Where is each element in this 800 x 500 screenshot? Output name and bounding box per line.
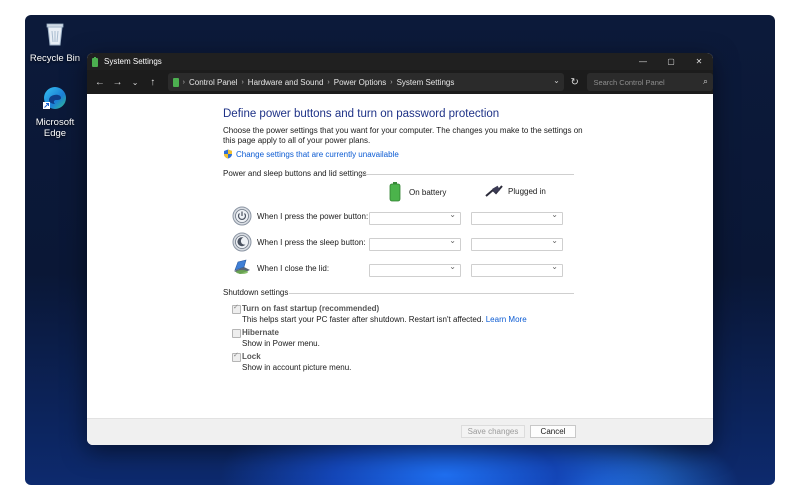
hibernate-checkbox[interactable] xyxy=(232,329,241,338)
lid-battery-select[interactable] xyxy=(369,262,461,277)
recycle-bin-icon xyxy=(46,23,64,46)
page-description: Choose the power settings that you want … xyxy=(223,126,583,145)
change-settings-link[interactable]: Change settings that are currently unava… xyxy=(223,149,399,159)
power-button-battery-select[interactable] xyxy=(369,210,461,225)
title-bar[interactable]: System Settings — ▢ ✕ xyxy=(87,53,713,70)
recent-locations-chevron-icon[interactable]: ⌄ xyxy=(126,78,144,87)
power-plug-icon xyxy=(485,185,503,197)
control-panel-icon xyxy=(172,78,179,87)
sleep-button-battery-select[interactable] xyxy=(369,236,461,251)
sleep-button-row: When I press the sleep button: xyxy=(232,232,366,252)
power-button-icon xyxy=(232,206,252,226)
lock-checkbox[interactable] xyxy=(232,351,241,362)
sleep-button-label: When I press the sleep button: xyxy=(257,237,366,247)
navigation-bar: ← → ⌄ ↑ › Control Panel › Hardware and S… xyxy=(87,70,713,94)
desktop-icon-recycle-bin[interactable]: Recycle Bin xyxy=(25,21,85,64)
plugged-in-header: Plugged in xyxy=(485,184,546,198)
breadcrumb-power-options[interactable]: Power Options xyxy=(334,78,386,87)
search-box: ⌕ xyxy=(587,73,713,91)
power-button-label: When I press the power button: xyxy=(257,211,369,221)
search-icon[interactable]: ⌕ xyxy=(703,76,708,87)
breadcrumb-control-panel[interactable]: Control Panel xyxy=(189,78,237,87)
desktop-icon-label: Microsoft Edge xyxy=(35,117,75,139)
uac-shield-icon xyxy=(224,149,232,159)
maximize-button[interactable]: ▢ xyxy=(657,53,685,70)
breadcrumb-hardware-and-sound[interactable]: Hardware and Sound xyxy=(248,78,324,87)
refresh-icon[interactable]: ↻ xyxy=(564,77,586,88)
plugged-in-label: Plugged in xyxy=(508,186,546,196)
hibernate-title: Hibernate xyxy=(242,328,279,337)
up-arrow-icon[interactable]: ↑ xyxy=(144,77,162,88)
sleep-button-plugged-select[interactable] xyxy=(471,236,563,251)
close-button[interactable]: ✕ xyxy=(685,53,713,70)
learn-more-link[interactable]: Learn More xyxy=(486,315,527,324)
desktop-icon-microsoft-edge[interactable]: Microsoft Edge xyxy=(25,85,85,139)
breadcrumb-separator-icon: › xyxy=(327,78,330,86)
edge-icon xyxy=(43,87,66,109)
lid-label: When I close the lid: xyxy=(257,263,330,273)
shutdown-section-title: Shutdown settings xyxy=(223,288,289,297)
address-dropdown-chevron-icon[interactable]: ⌄ xyxy=(553,76,560,85)
minimize-button[interactable]: — xyxy=(629,53,657,70)
breadcrumb-separator-icon: › xyxy=(182,78,185,86)
sleep-button-icon xyxy=(232,232,252,252)
cancel-button[interactable]: Cancel xyxy=(530,425,576,438)
hibernate-desc: Show in Power menu. xyxy=(242,339,320,348)
power-button-row: When I press the power button: xyxy=(232,206,368,226)
fast-startup-desc-line: This helps start your PC faster after sh… xyxy=(242,315,527,324)
breadcrumb-separator-icon: › xyxy=(390,78,393,86)
page-title: Define power buttons and turn on passwor… xyxy=(223,108,500,120)
back-arrow-icon[interactable]: ← xyxy=(91,77,109,88)
lid-plugged-select[interactable] xyxy=(471,262,563,277)
change-settings-link-text: Change settings that are currently unava… xyxy=(236,149,399,159)
battery-app-icon xyxy=(92,56,98,67)
address-bar[interactable]: › Control Panel › Hardware and Sound › P… xyxy=(167,73,564,91)
window-controls: — ▢ ✕ xyxy=(629,53,713,70)
on-battery-header: On battery xyxy=(389,182,446,202)
footer-bar: Save changes Cancel xyxy=(87,418,713,445)
lock-desc: Show in account picture menu. xyxy=(242,363,352,372)
fast-startup-checkbox[interactable] xyxy=(232,303,241,314)
fast-startup-title: Turn on fast startup (recommended) xyxy=(242,304,380,313)
on-battery-label: On battery xyxy=(409,187,447,197)
power-button-plugged-select[interactable] xyxy=(471,210,563,225)
power-section-title: Power and sleep buttons and lid settings xyxy=(223,169,367,178)
save-changes-button[interactable]: Save changes xyxy=(461,425,525,438)
system-settings-window: System Settings — ▢ ✕ ← → ⌄ ↑ › Control … xyxy=(87,53,713,445)
main-content: Define power buttons and turn on passwor… xyxy=(87,94,713,418)
search-input[interactable] xyxy=(591,76,696,88)
forward-arrow-icon[interactable]: → xyxy=(109,77,127,88)
section-divider xyxy=(359,174,574,175)
lock-title: Lock xyxy=(242,352,261,361)
breadcrumb-separator-icon: › xyxy=(241,78,244,86)
battery-icon xyxy=(389,182,401,202)
fast-startup-desc: This helps start your PC faster after sh… xyxy=(242,315,484,324)
window-title: System Settings xyxy=(104,57,162,66)
breadcrumb-system-settings[interactable]: System Settings xyxy=(397,78,455,87)
section-divider xyxy=(289,293,574,294)
laptop-lid-icon xyxy=(234,259,250,274)
desktop-icon-label: Recycle Bin xyxy=(29,53,81,64)
lid-row: When I close the lid: xyxy=(232,258,329,278)
